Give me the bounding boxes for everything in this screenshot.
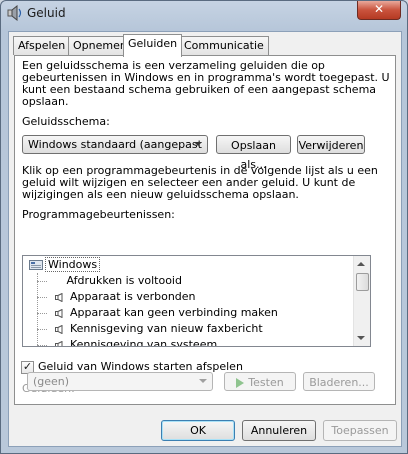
events-label: Programmagebeurtenissen: [22, 208, 175, 221]
instruction-text: Klik op een programmagebeurtenis in de v… [22, 164, 378, 201]
intro-text: Een geluidsschema is een verzameling gel… [22, 59, 390, 108]
browse-button[interactable]: Bladeren... [303, 372, 375, 391]
speaker-app-icon [7, 5, 22, 21]
window-title: Geluid [27, 6, 66, 20]
speaker-icon [54, 340, 62, 346]
sounds-dropdown[interactable]: (geen) [27, 372, 213, 391]
tab-communicatie[interactable]: Communicatie [179, 36, 269, 55]
scroll-up-icon[interactable] [357, 262, 365, 266]
event-label: Apparaat kan geen verbinding maken [70, 306, 278, 319]
apply-button[interactable]: Toepassen [323, 420, 397, 441]
chevron-down-icon [199, 379, 207, 383]
group-label: Windows [45, 257, 101, 272]
tab-geluiden[interactable]: Geluiden [123, 34, 183, 57]
events-listbox[interactable]: Windows Afdrukken is voltooid Apparaat i… [22, 255, 371, 347]
speaker-icon [54, 292, 62, 302]
play-icon [236, 378, 245, 388]
scroll-thumb[interactable] [356, 273, 369, 291]
scheme-label: Geluidsschema: [22, 115, 110, 128]
sounds-selected-value: (geen) [33, 375, 70, 388]
cancel-button[interactable]: Annuleren [242, 420, 316, 441]
list-item[interactable]: Kennisgeving van nieuw faxbericht [37, 321, 263, 337]
scheme-dropdown[interactable]: Windows standaard (aangepast [22, 135, 208, 154]
dialog-body: Afspelen Opnemen Geluiden Communicatie E… [8, 31, 402, 447]
close-button[interactable]: ✕ [357, 1, 401, 20]
speaker-icon [54, 324, 62, 334]
list-item[interactable]: Apparaat is verbonden [37, 289, 196, 305]
tab-panel-geluiden: Een geluidsschema is een verzameling gel… [14, 55, 396, 405]
title-bar[interactable]: Geluid ✕ [1, 1, 407, 25]
event-label: Afdrukken is voltooid [66, 274, 182, 287]
close-icon: ✕ [373, 2, 385, 16]
chevron-down-icon [194, 142, 202, 146]
list-item[interactable]: Apparaat kan geen verbinding maken [37, 305, 278, 321]
event-label: Kennisgeving van nieuw faxbericht [70, 322, 263, 335]
dialog-window: Geluid ✕ Afspelen Opnemen Geluiden Commu… [0, 0, 408, 454]
listbox-scrollbar[interactable] [353, 256, 370, 346]
list-item[interactable]: Kennisgeving van systeem [37, 337, 218, 347]
test-button[interactable]: Testen [224, 372, 296, 391]
delete-scheme-button[interactable]: Verwijderen [297, 135, 365, 154]
windows-group-icon [29, 260, 43, 270]
test-button-label: Testen [248, 376, 284, 389]
scroll-down-icon[interactable] [357, 336, 365, 340]
event-label: Apparaat is verbonden [70, 290, 196, 303]
list-item[interactable]: Afdrukken is voltooid [37, 273, 182, 289]
tab-afspelen[interactable]: Afspelen [13, 36, 71, 55]
ok-button[interactable]: OK [161, 420, 235, 441]
save-as-button[interactable]: Opslaan als... [216, 135, 291, 171]
speaker-icon [54, 308, 62, 318]
scheme-selected-value: Windows standaard (aangepast [28, 138, 202, 151]
event-label: Kennisgeving van systeem [70, 338, 218, 347]
list-item-windows-group[interactable]: Windows [23, 257, 353, 273]
